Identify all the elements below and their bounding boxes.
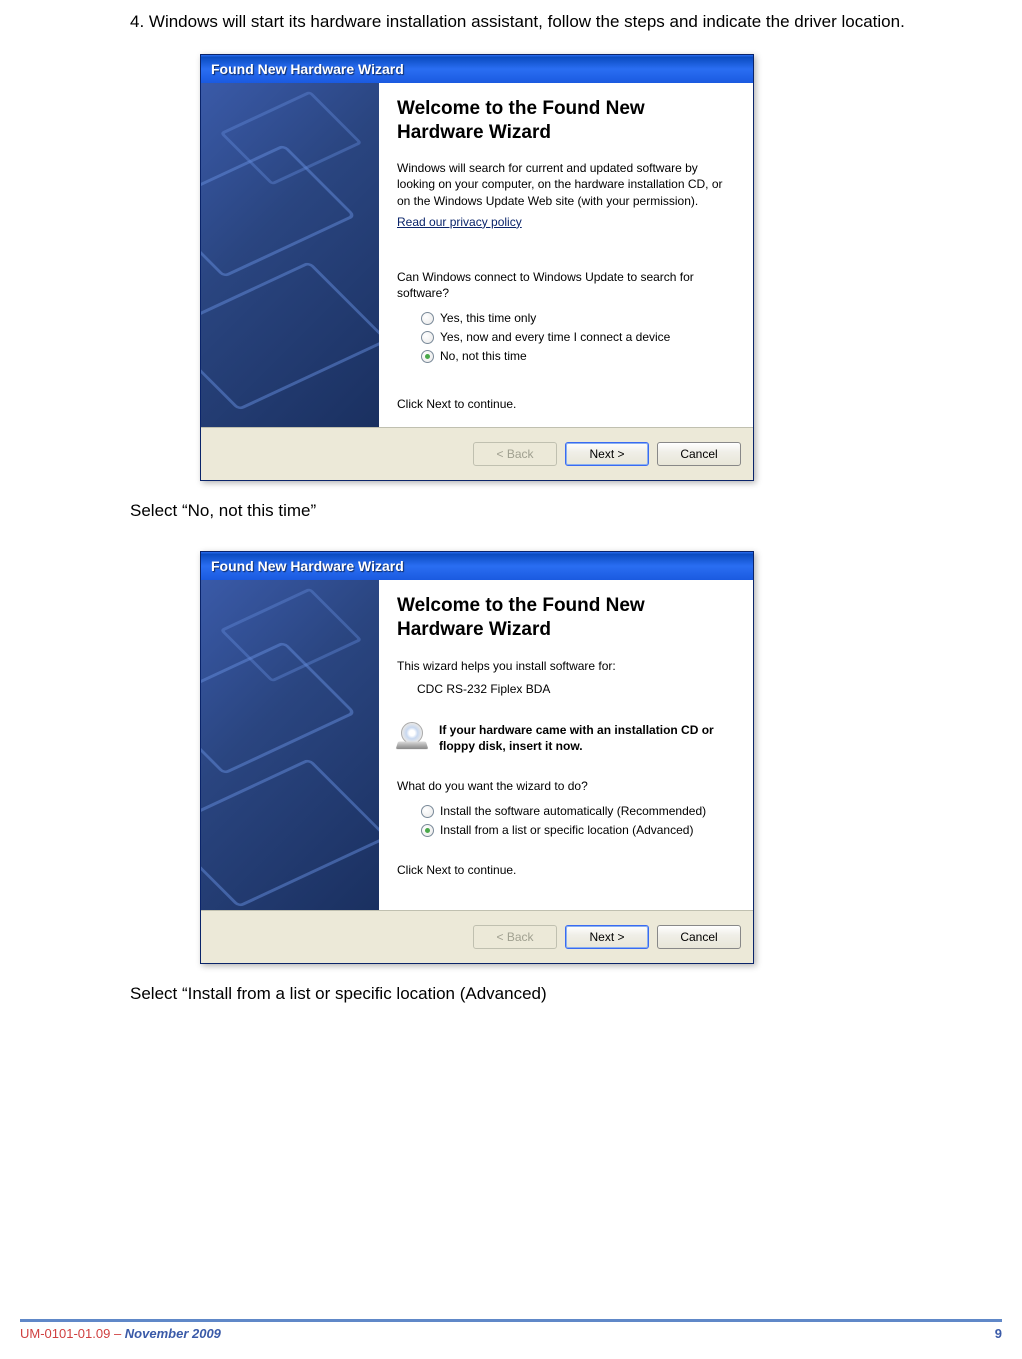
page-footer: UM-0101-01.09 – November 2009 9 [20,1319,1002,1341]
back-button: < Back [473,925,557,949]
cd-icon [397,722,429,750]
radio-label: No, not this time [440,349,527,363]
radio-group: Yes, this time only Yes, now and every t… [397,311,735,363]
device-name: CDC RS-232 Fiplex BDA [417,682,735,696]
radio-label: Install the software automatically (Reco… [440,804,706,818]
continue-prompt: Click Next to continue. [397,397,735,411]
next-button[interactable]: Next > [565,442,649,466]
doc-date: November 2009 [125,1326,221,1341]
radio-option-no[interactable]: No, not this time [421,349,735,363]
radio-icon [421,331,434,344]
cd-prompt-text: If your hardware came with an installati… [439,722,735,754]
wizard-side-graphic [201,83,379,427]
privacy-policy-link[interactable]: Read our privacy policy [397,215,522,229]
radio-option-advanced[interactable]: Install from a list or specific location… [421,823,735,837]
wizard-question: What do you want the wizard to do? [397,778,735,794]
next-button[interactable]: Next > [565,925,649,949]
titlebar[interactable]: Found New Hardware Wizard [201,552,753,580]
wizard-heading: Welcome to the Found New Hardware Wizard [397,97,735,145]
radio-option-yes-once[interactable]: Yes, this time only [421,311,735,325]
radio-option-yes-always[interactable]: Yes, now and every time I connect a devi… [421,330,735,344]
wizard-intro-text: This wizard helps you install software f… [397,658,735,674]
radio-icon [421,824,434,837]
cancel-button[interactable]: Cancel [657,925,741,949]
page-number: 9 [995,1326,1002,1341]
instruction-step-4: 4. Windows will start its hardware insta… [130,10,992,34]
continue-prompt: Click Next to continue. [397,863,735,877]
radio-option-auto[interactable]: Install the software automatically (Reco… [421,804,735,818]
button-bar: < Back Next > Cancel [201,910,753,963]
wizard-heading: Welcome to the Found New Hardware Wizard [397,594,735,642]
footer-sep: – [110,1326,124,1341]
radio-icon [421,805,434,818]
radio-group: Install the software automatically (Reco… [397,804,735,837]
button-bar: < Back Next > Cancel [201,427,753,480]
radio-icon [421,312,434,325]
wizard-question: Can Windows connect to Windows Update to… [397,269,735,301]
back-button: < Back [473,442,557,466]
caption-2: Select “Install from a list or specific … [130,984,992,1004]
radio-label: Install from a list or specific location… [440,823,693,837]
cancel-button[interactable]: Cancel [657,442,741,466]
wizard-dialog-1: Found New Hardware Wizard Welcome to the… [200,54,754,481]
titlebar[interactable]: Found New Hardware Wizard [201,55,753,83]
wizard-side-graphic [201,580,379,910]
radio-icon [421,350,434,363]
wizard-intro-text: Windows will search for current and upda… [397,160,735,209]
wizard-dialog-2: Found New Hardware Wizard Welcome to the… [200,551,754,964]
radio-label: Yes, now and every time I connect a devi… [440,330,670,344]
radio-label: Yes, this time only [440,311,536,325]
doc-id: UM-0101-01.09 [20,1326,110,1341]
caption-1: Select “No, not this time” [130,501,992,521]
